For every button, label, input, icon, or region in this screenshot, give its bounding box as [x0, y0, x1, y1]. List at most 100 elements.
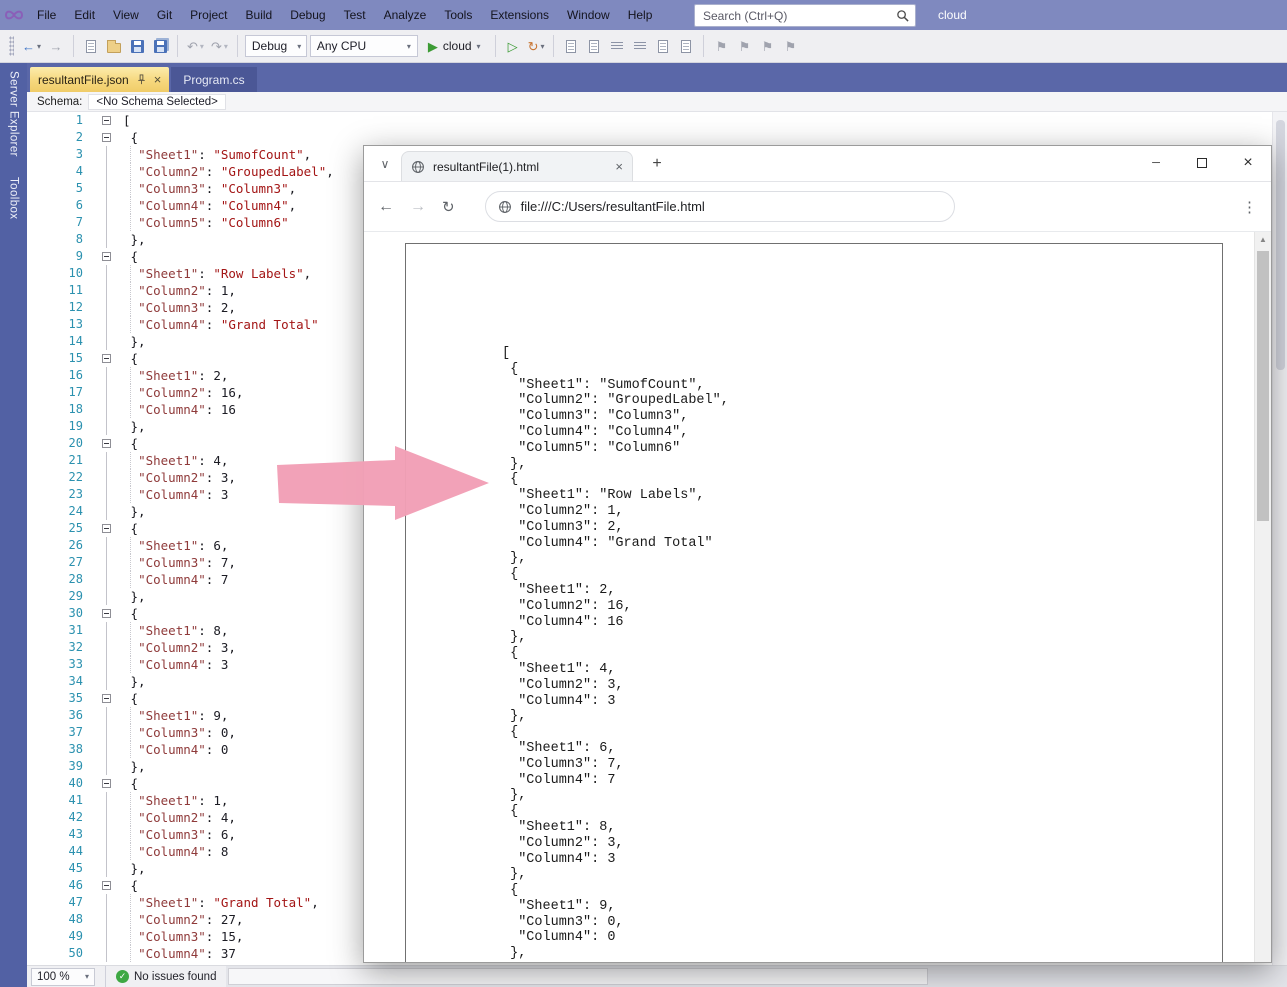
code-text[interactable]: "Column3": 15, — [123, 928, 243, 945]
collapse-toggle-icon[interactable] — [89, 877, 123, 894]
editor-horizontal-scrollbar[interactable] — [226, 966, 1287, 987]
code-text[interactable]: "Sheet1": "Row Labels", — [123, 265, 311, 282]
code-text[interactable]: { — [123, 877, 138, 894]
uncomment-lines-button[interactable] — [630, 34, 650, 58]
code-text[interactable]: "Sheet1": 1, — [123, 792, 228, 809]
browser-back-button[interactable]: ← — [378, 198, 394, 216]
code-text[interactable]: "Column4": "Grand Total" — [123, 316, 319, 333]
code-text[interactable]: { — [123, 435, 138, 452]
code-text[interactable]: "Column3": 7, — [123, 554, 236, 571]
editor-line[interactable]: 1[ — [27, 112, 1272, 129]
code-text[interactable]: "Column2": 27, — [123, 911, 243, 928]
maximize-button[interactable] — [1179, 146, 1225, 179]
code-text[interactable]: "Column2": "GroupedLabel", — [123, 163, 334, 180]
outdent-button[interactable] — [676, 34, 696, 58]
browser-forward-button[interactable]: → — [410, 198, 426, 216]
save-all-button[interactable] — [150, 34, 170, 58]
show-all-files-button[interactable] — [584, 34, 604, 58]
previous-bookmark-button[interactable]: ⚑ — [734, 34, 754, 58]
code-text[interactable]: { — [123, 248, 138, 265]
browser-tab[interactable]: resultantFile(1).html × — [401, 151, 633, 181]
code-text[interactable]: "Sheet1": "Grand Total", — [123, 894, 319, 911]
start-without-debugging-button[interactable]: ▷ — [503, 34, 523, 58]
code-text[interactable]: "Sheet1": "SumofCount", — [123, 146, 311, 163]
navigate-forward-button[interactable]: → — [46, 34, 66, 58]
code-text[interactable]: { — [123, 350, 138, 367]
scroll-up-arrow-icon[interactable]: ▲ — [1255, 235, 1271, 244]
tool-window-tab-server-explorer[interactable]: Server Explorer — [8, 71, 20, 157]
collapse-toggle-icon[interactable] — [89, 775, 123, 792]
menu-window[interactable]: Window — [558, 0, 619, 30]
menu-view[interactable]: View — [104, 0, 148, 30]
browser-menu-button[interactable]: ⋮ — [1242, 198, 1257, 216]
toggle-bookmark-button[interactable]: ⚑ — [711, 34, 731, 58]
code-text[interactable]: }, — [123, 503, 146, 520]
code-text[interactable]: "Sheet1": 4, — [123, 452, 228, 469]
address-bar[interactable]: file:///C:/Users/resultantFile.html — [485, 191, 955, 222]
code-text[interactable]: "Column2": 3, — [123, 639, 236, 656]
indent-button[interactable] — [653, 34, 673, 58]
menu-extensions[interactable]: Extensions — [481, 0, 558, 30]
code-text[interactable]: "Column3": "Column3", — [123, 180, 296, 197]
code-text[interactable]: }, — [123, 673, 146, 690]
menu-git[interactable]: Git — [148, 0, 181, 30]
menu-test[interactable]: Test — [335, 0, 375, 30]
next-bookmark-button[interactable]: ⚑ — [757, 34, 777, 58]
comment-lines-button[interactable] — [607, 34, 627, 58]
code-text[interactable]: "Column5": "Column6" — [123, 214, 289, 231]
zoom-selector[interactable]: 100 % ▾ — [31, 968, 95, 986]
tab-program-cs[interactable]: Program.cs — [171, 67, 256, 92]
menu-tools[interactable]: Tools — [435, 0, 481, 30]
code-text[interactable]: }, — [123, 418, 146, 435]
scrollbar-thumb[interactable] — [228, 968, 928, 985]
new-tab-button[interactable]: + — [646, 153, 668, 175]
collapse-toggle-icon[interactable] — [89, 129, 123, 146]
code-text[interactable]: "Column4": 0 — [123, 741, 228, 758]
editor-vertical-scrollbar[interactable] — [1272, 112, 1287, 965]
clear-bookmarks-button[interactable]: ⚑ — [780, 34, 800, 58]
tab-search-button[interactable]: ∨ — [374, 153, 396, 175]
code-text[interactable]: { — [123, 605, 138, 622]
menu-file[interactable]: File — [28, 0, 65, 30]
browser-refresh-button[interactable]: ↻ — [442, 198, 455, 216]
save-button[interactable] — [127, 34, 147, 58]
code-text[interactable]: { — [123, 775, 138, 792]
code-text[interactable]: "Column3": 6, — [123, 826, 236, 843]
code-text[interactable]: "Column2": 16, — [123, 384, 243, 401]
code-text[interactable]: "Column4": 3 — [123, 656, 228, 673]
code-text[interactable]: }, — [123, 333, 146, 350]
code-text[interactable]: "Sheet1": 9, — [123, 707, 228, 724]
close-window-button[interactable]: × — [1225, 146, 1271, 179]
code-text[interactable]: { — [123, 520, 138, 537]
solution-configuration-selector[interactable]: Debug ▾ — [245, 35, 307, 57]
schema-selector[interactable]: <No Schema Selected> — [88, 94, 225, 110]
code-text[interactable]: }, — [123, 860, 146, 877]
tool-window-tab-toolbox[interactable]: Toolbox — [8, 177, 20, 219]
code-text[interactable]: { — [123, 129, 138, 146]
code-text[interactable]: "Column3": 2, — [123, 299, 236, 316]
collapse-toggle-icon[interactable] — [89, 435, 123, 452]
navigate-backward-button[interactable]: ← ▾ — [20, 34, 43, 58]
code-text[interactable]: "Column4": 8 — [123, 843, 228, 860]
document-health-indicator[interactable]: ✓ No issues found — [116, 970, 216, 983]
scrollbar-thumb[interactable] — [1257, 251, 1269, 521]
code-text[interactable]: }, — [123, 231, 146, 248]
redo-button[interactable]: ↷ ▾ — [209, 34, 230, 58]
close-tab-icon[interactable]: × — [615, 159, 623, 174]
undo-button[interactable]: ↶ ▾ — [185, 34, 206, 58]
code-text[interactable]: "Column4": 3 — [123, 486, 228, 503]
code-text[interactable]: "Column3": 0, — [123, 724, 236, 741]
menu-analyze[interactable]: Analyze — [375, 0, 436, 30]
solution-platform-selector[interactable]: Any CPU ▾ — [310, 35, 418, 57]
new-file-button[interactable] — [81, 34, 101, 58]
menu-edit[interactable]: Edit — [65, 0, 104, 30]
code-text[interactable]: "Column4": 16 — [123, 401, 236, 418]
menu-debug[interactable]: Debug — [281, 0, 334, 30]
vs-search-box[interactable]: Search (Ctrl+Q) — [694, 4, 916, 27]
toolbar-grip[interactable] — [9, 36, 14, 56]
open-file-button[interactable] — [104, 34, 124, 58]
browser-vertical-scrollbar[interactable]: ▲ — [1254, 232, 1271, 962]
code-text[interactable]: "Column2": 3, — [123, 469, 236, 486]
collapse-toggle-icon[interactable] — [89, 520, 123, 537]
find-in-files-button[interactable] — [561, 34, 581, 58]
